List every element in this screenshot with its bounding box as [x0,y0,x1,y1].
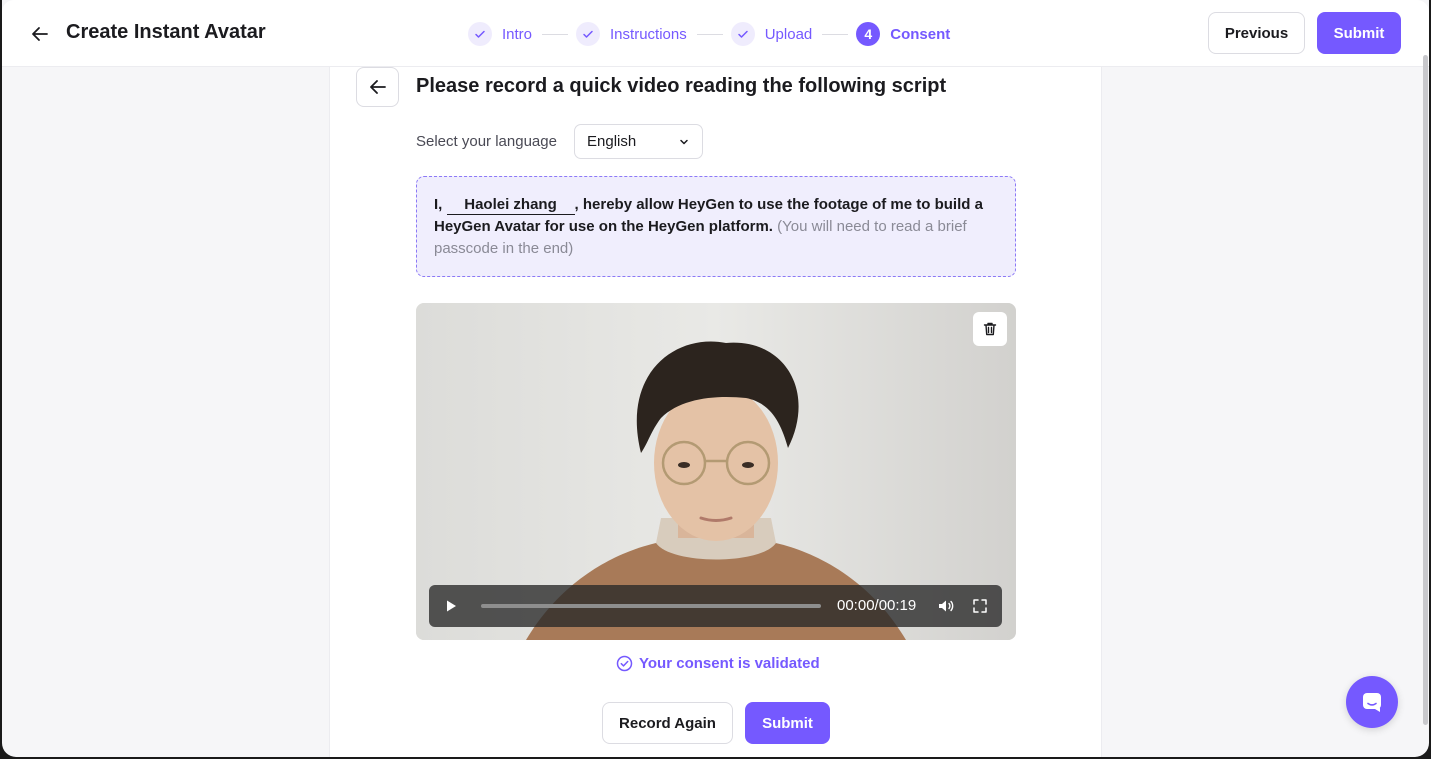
step-done-indicator [468,22,492,46]
step-connector [542,33,569,35]
arrow-left-icon [32,27,48,41]
consent-status: Your consent is validated [616,655,820,672]
arrow-left-icon [369,80,386,94]
language-select[interactable]: English [574,124,703,159]
step-upload[interactable]: Upload [730,22,813,46]
video-controls: 00:00/00:19 [429,585,1002,627]
top-bar: Create Instant Avatar Intro Instructions [2,0,1429,67]
video-time: 00:00/00:19 [837,597,917,614]
card-title: Please record a quick video reading the … [416,75,947,97]
volume-icon[interactable] [937,598,955,614]
fullscreen-icon[interactable] [972,598,988,614]
step-consent[interactable]: 4 Consent [856,22,950,46]
step-label: Intro [502,25,533,43]
page-scrollbar[interactable] [1423,55,1428,725]
page-title: Create Instant Avatar [66,21,266,43]
check-circle-icon [616,655,633,672]
record-again-button[interactable]: Record Again [602,702,733,744]
consent-status-text: Your consent is validated [639,655,820,672]
step-intro[interactable]: Intro [468,22,532,46]
card-back-button[interactable] [356,67,399,107]
step-label: Consent [890,25,951,43]
delete-video-button[interactable] [973,312,1007,346]
step-label: Upload [764,25,813,43]
play-icon[interactable] [443,598,459,614]
step-connector [822,33,849,35]
step-label: Instructions [610,25,687,43]
chat-support-button[interactable] [1346,676,1398,728]
previous-button[interactable]: Previous [1208,12,1305,54]
chevron-down-icon [680,139,688,145]
back-button[interactable] [28,22,52,46]
stepper: Intro Instructions Upload 4 Consent [468,21,950,47]
consent-script: I, Haolei zhang, hereby allow HeyGen to … [416,176,1016,277]
chat-icon [1363,693,1381,712]
language-value: English [587,133,637,150]
card-submit-button[interactable]: Submit [745,702,830,744]
header-submit-button[interactable]: Submit [1317,12,1401,54]
step-done-indicator [576,22,601,46]
check-icon [583,30,593,38]
step-connector [696,33,723,35]
trash-icon [983,322,997,336]
script-prefix: I, [434,196,447,213]
app-window: Create Instant Avatar Intro Instructions [2,0,1429,757]
step-done-indicator [730,22,755,46]
video-progress[interactable] [481,604,821,608]
step-number: 4 [856,22,881,46]
check-icon [737,30,748,38]
script-name: Haolei zhang [446,195,575,215]
check-icon [475,30,485,38]
language-label: Select your language [416,133,557,150]
consent-card: Please record a quick video reading the … [330,67,1101,757]
consent-video[interactable]: 00:00/00:19 [416,303,1016,640]
step-instructions[interactable]: Instructions [576,22,687,46]
